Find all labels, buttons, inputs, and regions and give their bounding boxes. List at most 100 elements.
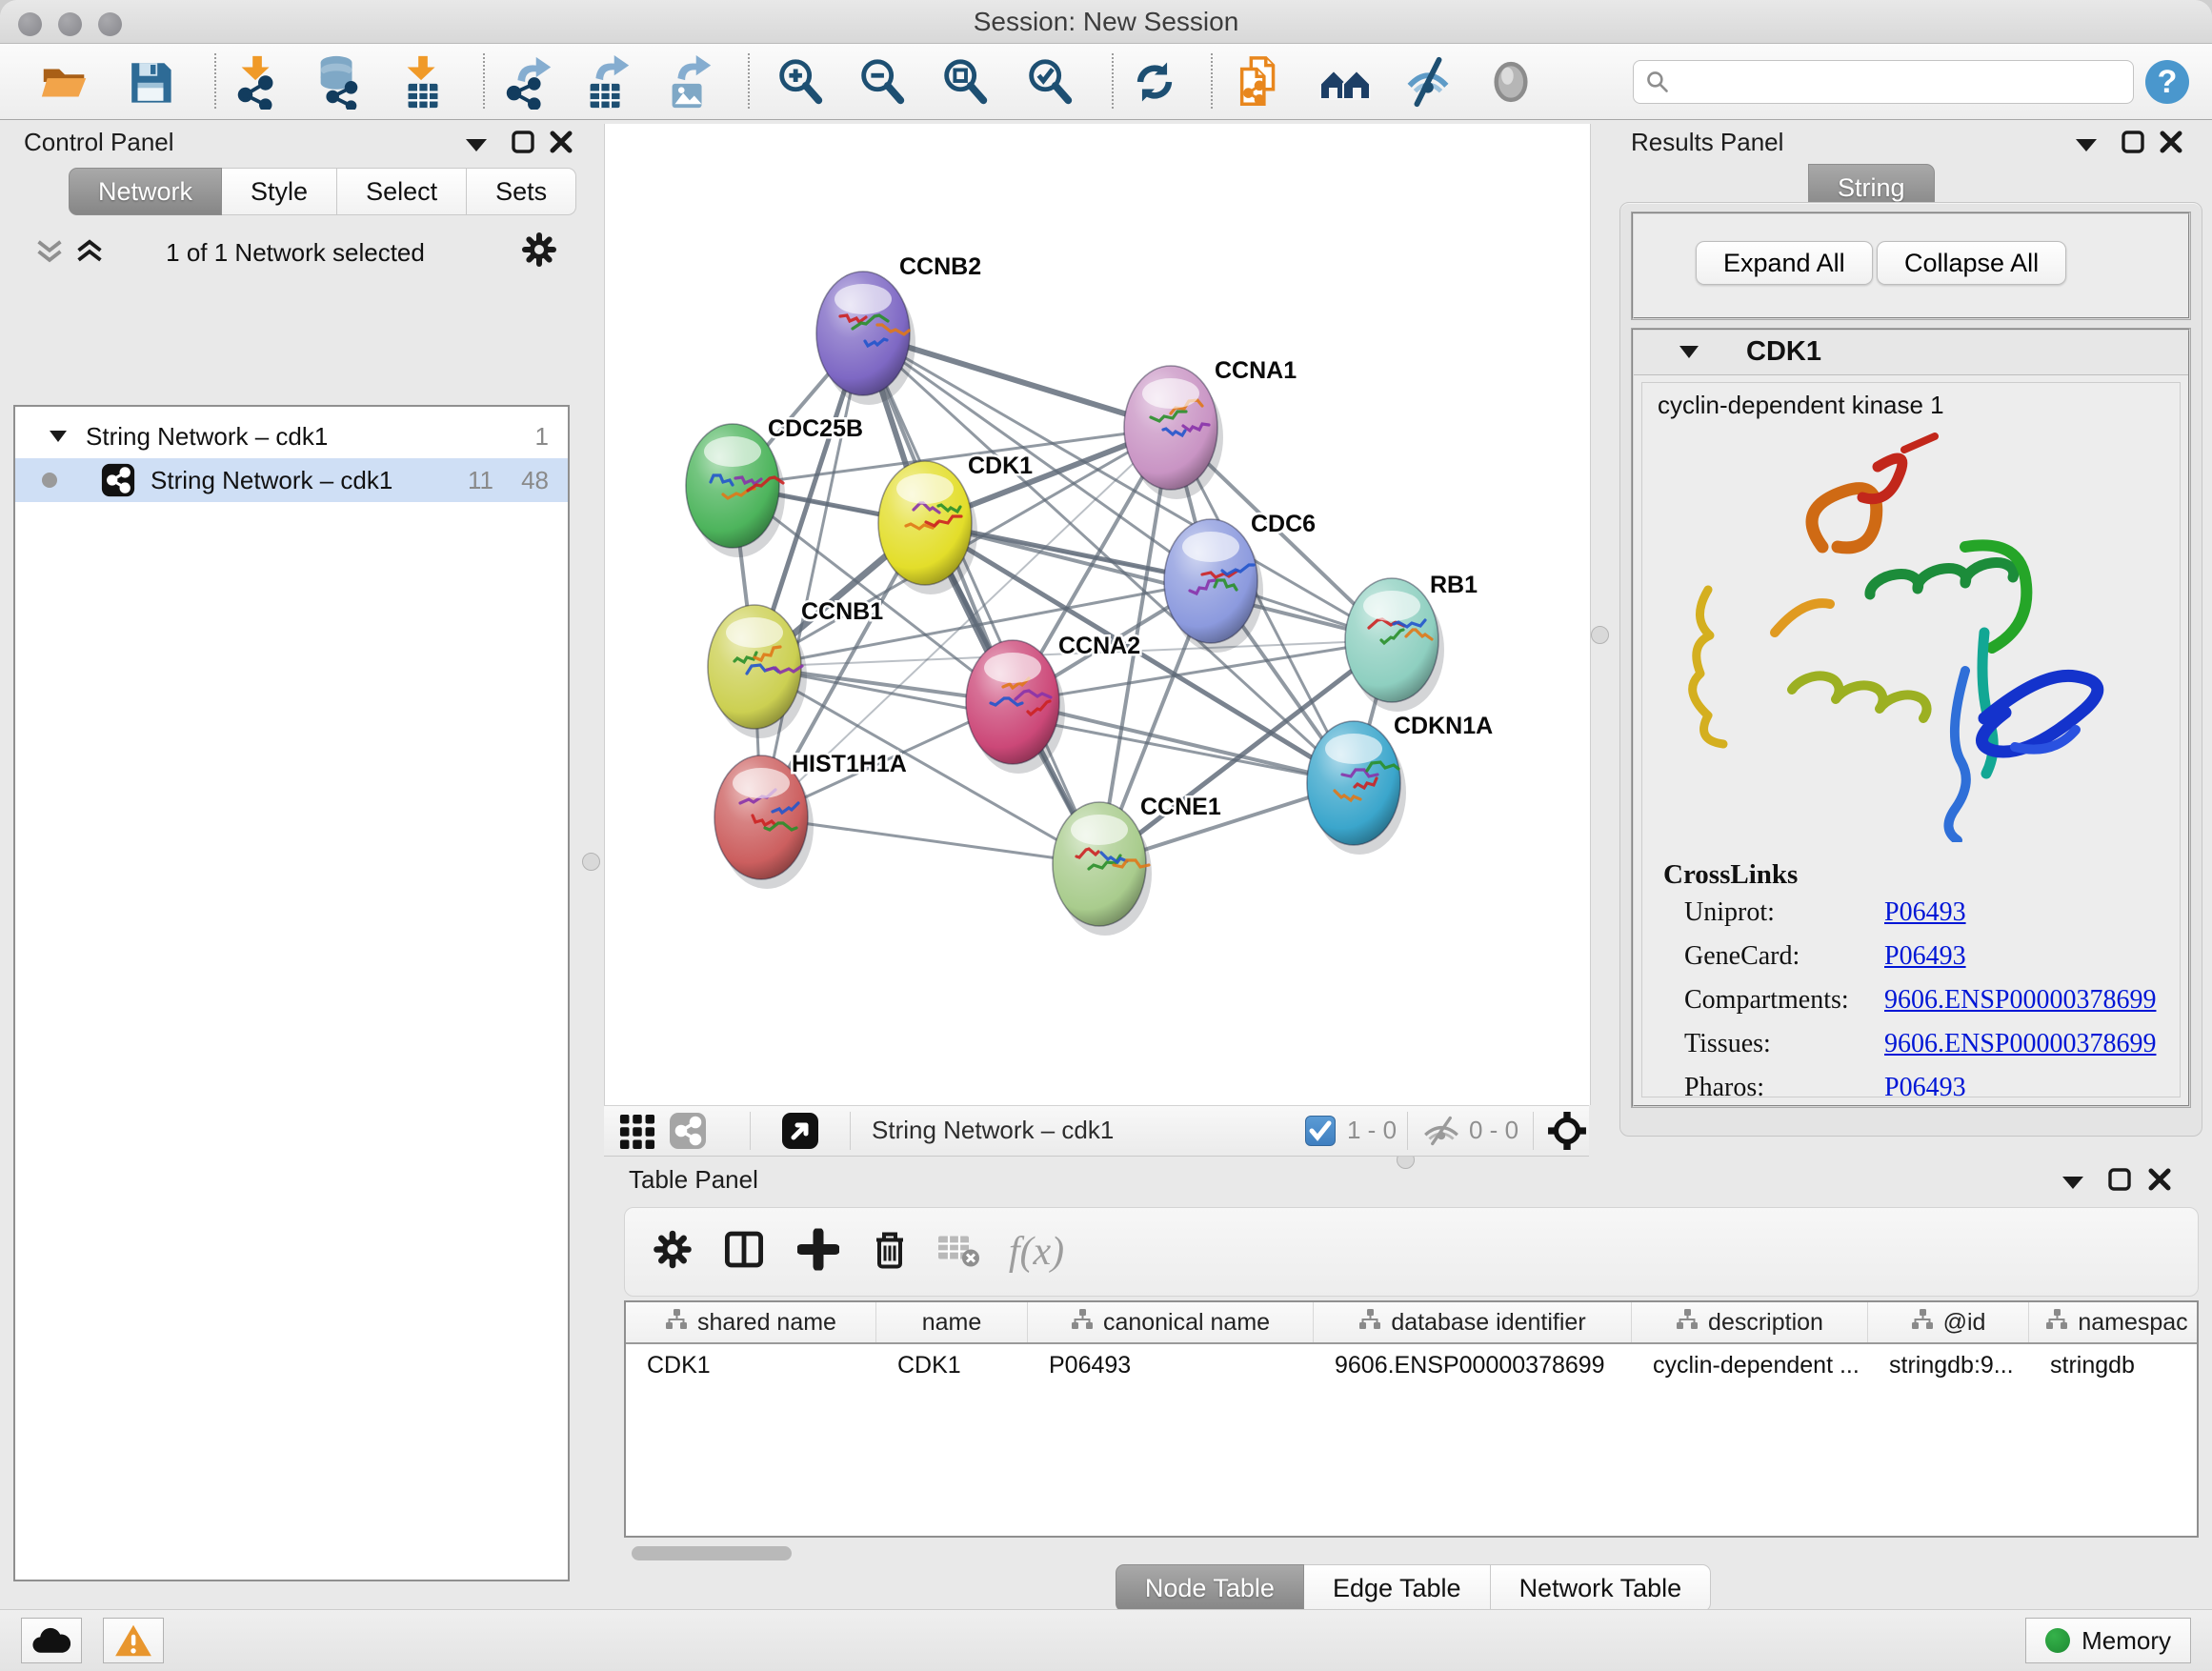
zoom-fit-button[interactable] — [933, 50, 997, 114]
export-network-button[interactable] — [496, 50, 561, 114]
network-collection-row[interactable]: String Network – cdk1 1 — [15, 414, 568, 458]
zoom-selected-icon — [1022, 54, 1077, 110]
node-CCNA1[interactable]: CCNA1 — [1124, 357, 1297, 499]
close-panel-icon[interactable] — [2147, 1167, 2172, 1192]
control-panel-tabs: NetworkStyleSelectSets — [69, 168, 576, 215]
show-columns-button[interactable] — [723, 1229, 765, 1276]
maximize-panel-icon[interactable] — [511, 130, 535, 154]
create-column-button[interactable] — [797, 1229, 839, 1276]
crosslink-label: GeneCard: — [1684, 941, 1884, 972]
column-header-canonical-name[interactable]: canonical name — [1028, 1302, 1314, 1342]
tab-style[interactable]: Style — [222, 168, 337, 215]
network-options-gear-icon[interactable] — [520, 231, 558, 269]
float-panel-icon[interactable] — [463, 135, 490, 154]
home-string-button[interactable] — [1313, 50, 1377, 114]
hidden-eye-slash-icon — [1421, 1116, 1461, 1146]
refresh-view-button[interactable] — [1122, 50, 1187, 114]
tab-network[interactable]: Network — [69, 168, 222, 215]
edge-CCNB2-CCNE1[interactable] — [863, 333, 1099, 864]
float-panel-icon[interactable] — [2073, 135, 2100, 154]
expand-all-button[interactable]: Expand All — [1696, 241, 1873, 285]
horizontal-scrollbar-thumb[interactable] — [632, 1546, 792, 1560]
gene-description: cyclin-dependent kinase 1 — [1658, 391, 1944, 420]
gene-entry-header[interactable]: CDK1 — [1634, 331, 2188, 375]
import-table-file-button[interactable] — [391, 50, 455, 114]
birds-eye-view-icon[interactable] — [781, 1112, 819, 1150]
node-RB1[interactable]: RB1 — [1345, 572, 1478, 712]
cloud-status-button[interactable] — [21, 1618, 82, 1663]
table-cell: stringdb:9... — [1868, 1344, 2029, 1386]
show-glass-button[interactable] — [1478, 50, 1543, 114]
left-splitter-handle[interactable] — [582, 853, 600, 871]
crosshair-icon[interactable] — [1547, 1111, 1587, 1151]
export-table-button[interactable] — [574, 50, 639, 114]
column-header-database-identifier[interactable]: database identifier — [1314, 1302, 1632, 1342]
node-CDKN1A[interactable]: CDKN1A — [1307, 713, 1493, 855]
open-session-button[interactable] — [32, 50, 97, 114]
column-header-shared-name[interactable]: shared name — [626, 1302, 876, 1342]
network-row-selected[interactable]: String Network – cdk1 11 48 — [15, 458, 568, 502]
string-view-icon[interactable] — [669, 1112, 707, 1150]
column-header-description[interactable]: description — [1632, 1302, 1868, 1342]
clone-network-button[interactable] — [1228, 50, 1293, 114]
results-panel-title: Results Panel — [1631, 128, 1783, 157]
table-toolbar: f(x) — [624, 1207, 2199, 1297]
node-label-CDK1: CDK1 — [968, 453, 1033, 479]
app-window: Session: New Session — [0, 0, 2212, 1671]
zoom-selected-button[interactable] — [1017, 50, 1082, 114]
network-view-title: String Network – cdk1 — [872, 1116, 1114, 1145]
crosslink-link[interactable]: P06493 — [1884, 1073, 1966, 1097]
maximize-panel-icon[interactable] — [2121, 130, 2145, 154]
crosslink-link[interactable]: P06493 — [1884, 941, 1966, 971]
search-input[interactable] — [1679, 68, 2122, 96]
zoom-out-button[interactable] — [850, 50, 915, 114]
tab-sets[interactable]: Sets — [467, 168, 576, 215]
table-options-button[interactable] — [652, 1229, 694, 1276]
node-CDC25B[interactable]: CDC25B — [686, 415, 863, 557]
import-network-database-button[interactable] — [306, 50, 371, 114]
zoom-in-button[interactable] — [768, 50, 833, 114]
network-graph[interactable]: CCNB2CCNA1CDC25BCDK1CDC6RB1CCNB1CCNA2CDK… — [605, 124, 1590, 1105]
node-CCNB1[interactable]: CCNB1 — [708, 598, 883, 738]
column-header-id[interactable]: @id — [1868, 1302, 2029, 1342]
import-network-file-button[interactable] — [226, 50, 291, 114]
node-CCNE1[interactable]: CCNE1 — [1053, 794, 1221, 936]
column-label: namespac — [2078, 1309, 2187, 1337]
maximize-panel-icon[interactable] — [2107, 1167, 2132, 1192]
tab-edge-table[interactable]: Edge Table — [1304, 1564, 1491, 1612]
node-HIST1H1A[interactable]: HIST1H1A — [714, 751, 907, 889]
crosslink-row: Compartments:9606.ENSP00000378699 — [1684, 985, 2170, 1029]
tab-node-table[interactable]: Node Table — [1116, 1564, 1304, 1612]
collapse-all-button[interactable]: Collapse All — [1877, 241, 2066, 285]
crosslink-link[interactable]: 9606.ENSP00000378699 — [1884, 1029, 2156, 1058]
selected-indicator-checkbox[interactable] — [1305, 1116, 1336, 1146]
collapse-triangle-icon[interactable] — [48, 429, 69, 444]
float-panel-icon[interactable] — [2060, 1173, 2086, 1192]
import-network-icon — [231, 54, 286, 110]
close-panel-icon[interactable] — [2159, 130, 2183, 154]
hide-glass-button[interactable] — [1396, 50, 1460, 114]
save-session-button[interactable] — [118, 50, 183, 114]
warnings-button[interactable] — [103, 1618, 164, 1663]
help-button[interactable]: ? — [2135, 50, 2200, 114]
network-canvas[interactable]: CCNB2CCNA1CDC25BCDK1CDC6RB1CCNB1CCNA2CDK… — [604, 124, 1591, 1105]
memory-button[interactable]: Memory — [2025, 1618, 2191, 1663]
node-gloss-highlight — [733, 768, 790, 798]
crosslink-row: Uniprot:P06493 — [1684, 897, 2170, 941]
gene-entry-content: cyclin-dependent kinase 1 — [1641, 382, 2181, 1097]
node-CCNB2[interactable]: CCNB2 — [816, 253, 981, 405]
crosslink-link[interactable]: P06493 — [1884, 897, 1966, 927]
export-image-button[interactable] — [656, 50, 721, 114]
tab-network-table[interactable]: Network Table — [1491, 1564, 1712, 1612]
grid-view-icon[interactable] — [619, 1114, 655, 1150]
column-header-namespac[interactable]: namespac — [2029, 1302, 2199, 1342]
crosslink-link[interactable]: 9606.ENSP00000378699 — [1884, 985, 2156, 1015]
column-header-name[interactable]: name — [876, 1302, 1028, 1342]
collapse-triangle-icon[interactable] — [1678, 344, 1700, 360]
table-row[interactable]: CDK1CDK1P064939606.ENSP00000378699cyclin… — [626, 1344, 2197, 1386]
right-splitter-handle[interactable] — [1591, 626, 1609, 644]
plus-icon — [797, 1229, 839, 1271]
close-panel-icon[interactable] — [549, 130, 573, 154]
tab-select[interactable]: Select — [337, 168, 467, 215]
delete-column-button[interactable] — [869, 1229, 911, 1276]
